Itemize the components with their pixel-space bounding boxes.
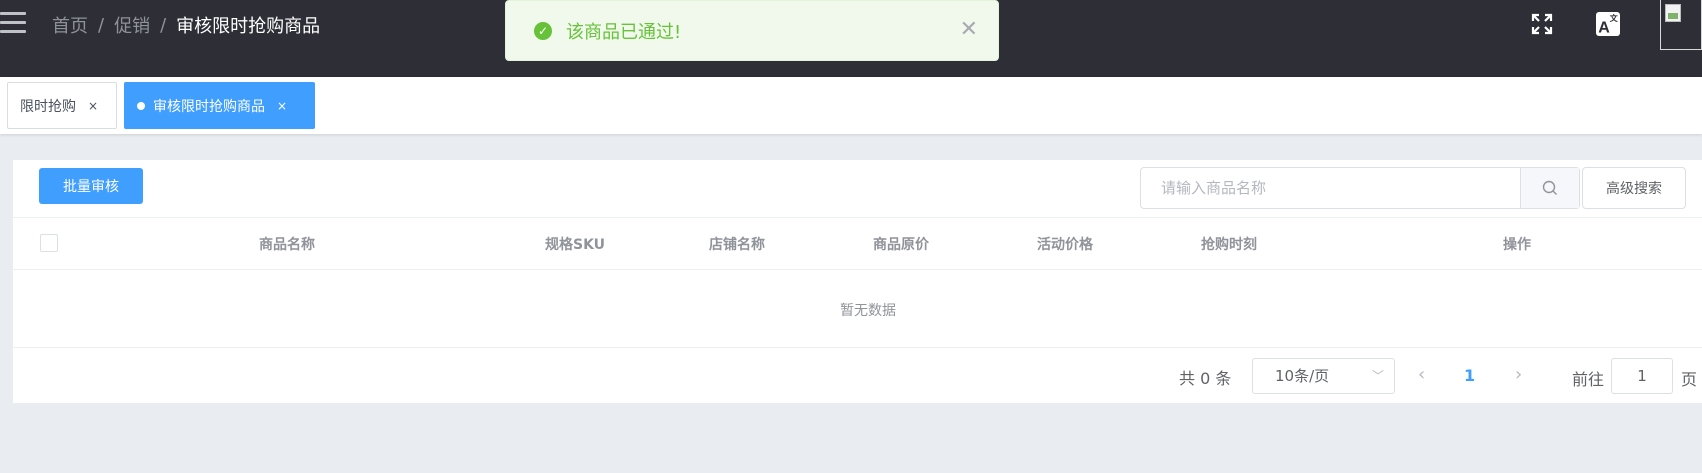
column-header-sale-time: 抢购时刻: [1201, 237, 1257, 253]
chevron-down-icon: ﹀: [1371, 369, 1384, 383]
page-suffix-label: 页: [1681, 370, 1698, 389]
table-header: 商品名称 规格SKU 店铺名称 商品原价 活动价格 抢购时刻 操作: [13, 217, 1702, 270]
breadcrumb: 首页 / 促销 / 审核限时抢购商品: [52, 12, 320, 38]
next-page-icon[interactable]: ›: [1515, 364, 1522, 385]
column-header-goods-name: 商品名称: [259, 237, 315, 253]
column-header-shop-name: 店铺名称: [709, 237, 765, 253]
column-header-original-price: 商品原价: [873, 237, 929, 253]
active-dot-icon: [137, 101, 145, 110]
pagination-total: 共 0 条: [1179, 369, 1232, 388]
tag-close-icon[interactable]: ×: [88, 99, 98, 113]
column-header-actions: 操作: [1503, 237, 1531, 253]
page-size-select[interactable]: 10条/页 ﹀: [1252, 358, 1395, 394]
table-empty-text: 暂无数据: [840, 303, 896, 319]
advanced-search-button[interactable]: 高级搜索: [1582, 167, 1686, 209]
column-header-activity-price: 活动价格: [1037, 237, 1093, 253]
search-input[interactable]: [1141, 168, 1520, 208]
tag-label: 审核限时抢购商品: [153, 98, 265, 115]
fullscreen-icon[interactable]: [1530, 12, 1554, 36]
tag-audit-flash-sale-goods[interactable]: 审核限时抢购商品 ×: [124, 82, 315, 129]
main-panel: 批量审核 高级搜索 商品名称 规格SKU 店铺名称 商品原价 活动价格 抢购时刻…: [13, 160, 1702, 403]
breadcrumb-separator: /: [98, 14, 105, 36]
tags-view-bar: 限时抢购 × 审核限时抢购商品 ×: [0, 77, 1702, 134]
breadcrumb-separator: /: [160, 14, 167, 36]
broken-image-icon: [1665, 4, 1681, 22]
goto-label: 前往: [1572, 370, 1605, 389]
tag-close-icon[interactable]: ×: [277, 99, 287, 113]
breadcrumb-promotion[interactable]: 促销: [114, 12, 150, 38]
tag-label: 限时抢购: [20, 98, 76, 115]
page-number[interactable]: 1: [1464, 366, 1475, 385]
search-icon: [1542, 180, 1557, 195]
prev-page-icon[interactable]: ‹: [1418, 364, 1425, 385]
toast-message: 该商品已通过!: [566, 21, 682, 43]
breadcrumb-home[interactable]: 首页: [52, 12, 88, 38]
menu-toggle-icon[interactable]: [0, 12, 28, 36]
toast-close-icon[interactable]: ✕: [960, 19, 978, 41]
table-divider: [13, 347, 1702, 348]
goto-page-input[interactable]: [1611, 358, 1673, 394]
success-toast: ✓ 该商品已通过! ✕: [505, 0, 999, 61]
language-switch-icon[interactable]: A文: [1596, 12, 1620, 36]
avatar[interactable]: [1660, 0, 1702, 50]
tag-flash-sale[interactable]: 限时抢购 ×: [7, 82, 117, 129]
column-header-sku: 规格SKU: [545, 237, 606, 253]
batch-audit-button[interactable]: 批量审核: [39, 168, 143, 204]
breadcrumb-current: 审核限时抢购商品: [176, 16, 321, 37]
search-box: [1140, 167, 1580, 209]
search-button[interactable]: [1520, 168, 1579, 208]
success-check-icon: ✓: [534, 21, 552, 40]
select-all-checkbox[interactable]: [40, 234, 58, 252]
